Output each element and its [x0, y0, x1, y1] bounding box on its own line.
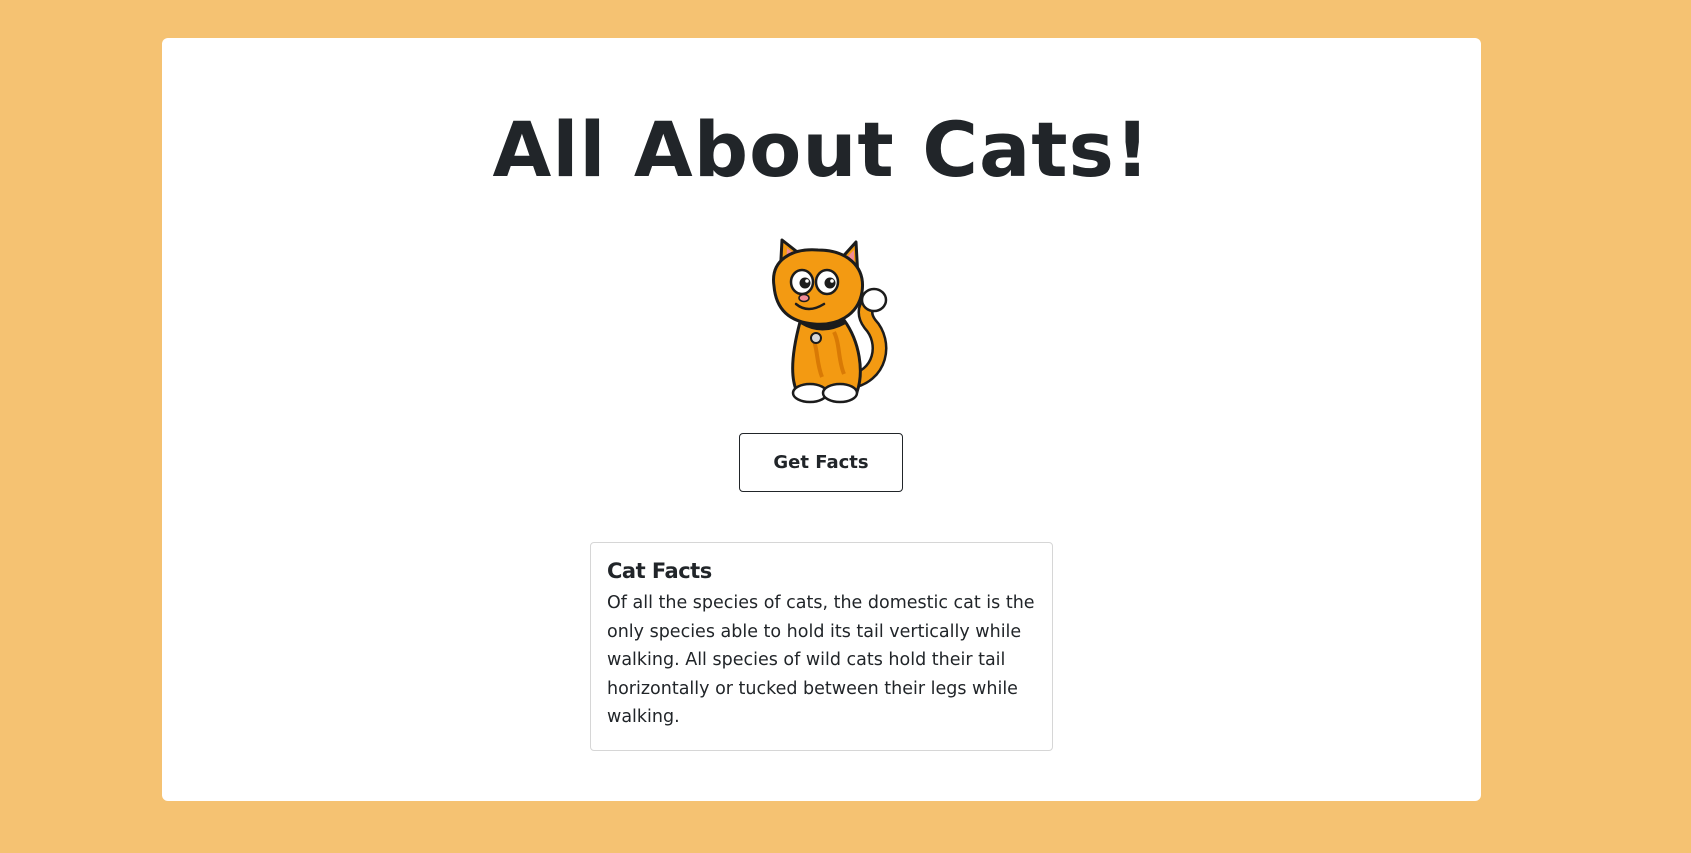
cat-fact-text: Of all the species of cats, the domestic… — [607, 593, 1035, 727]
cat-facts-card: Cat Facts Of all the species of cats, th… — [590, 542, 1053, 751]
page-title: All About Cats! — [492, 105, 1151, 194]
cat-illustration — [752, 212, 902, 432]
main-card: All About Cats! Get Facts Cat Facts Of a… — [162, 38, 1481, 801]
cat-icon — [772, 238, 888, 404]
cat-facts-heading: Cat Facts — [607, 559, 712, 583]
get-facts-button[interactable]: Get Facts — [739, 433, 903, 492]
